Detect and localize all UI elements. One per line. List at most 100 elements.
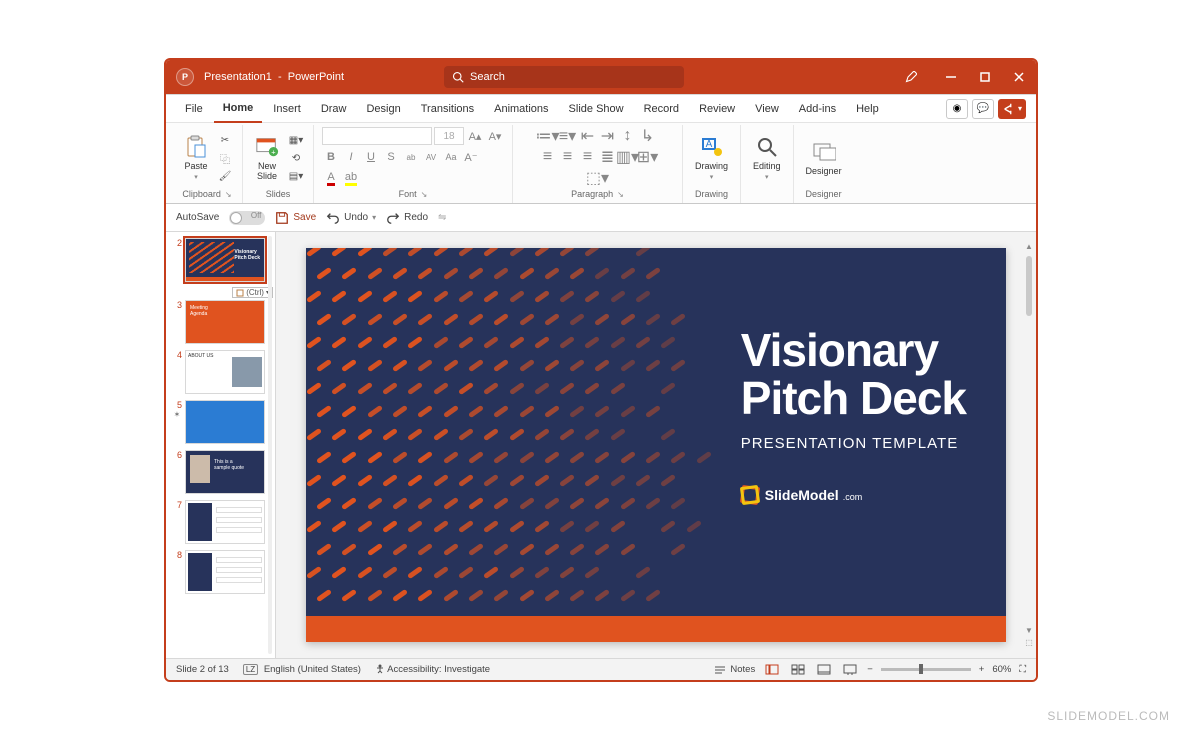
align-right-button[interactable]: ≡ — [579, 148, 597, 166]
tab-view[interactable]: View — [746, 95, 788, 123]
simplify-ribbon-button[interactable] — [894, 60, 928, 94]
tab-help[interactable]: Help — [847, 95, 888, 123]
save-button[interactable]: Save — [275, 211, 316, 225]
zoom-level[interactable]: 60% — [992, 664, 1011, 675]
share-button[interactable]: ▾ — [998, 99, 1026, 119]
line-spacing-button[interactable]: ↕ — [619, 127, 637, 145]
drawing-button[interactable]: A Drawing ▾ — [691, 133, 732, 183]
reading-view-button[interactable] — [815, 663, 833, 677]
canvas-scrollbar[interactable]: ▲ ▼ ⬚ — [1024, 242, 1034, 648]
maximize-button[interactable] — [968, 60, 1002, 94]
bold-button[interactable]: B — [322, 148, 340, 166]
notes-button[interactable]: Notes — [714, 664, 755, 675]
tab-design[interactable]: Design — [357, 95, 409, 123]
autosave-toggle[interactable]: Off — [229, 211, 265, 225]
slide-thumbnail-panel[interactable]: 2VisionaryPitch Deck(Ctrl)▾ 3MeetingAgend… — [166, 232, 276, 658]
fit-window-button[interactable]: ⛶ — [1019, 664, 1026, 675]
thumbnail-preview[interactable] — [185, 500, 265, 544]
document-title[interactable]: Presentation1 - PowerPoint — [204, 71, 364, 83]
zoom-in-button[interactable]: + — [979, 664, 985, 675]
tab-record[interactable]: Record — [635, 95, 688, 123]
tab-file[interactable]: File — [176, 95, 212, 123]
thumbnail-slide[interactable]: 4ABOUT US — [168, 348, 275, 396]
increase-font-button[interactable]: A▴ — [466, 127, 484, 145]
sorter-view-button[interactable] — [789, 663, 807, 677]
language-status[interactable]: LZ English (United States) — [243, 664, 361, 675]
thumbnail-preview[interactable]: VisionaryPitch Deck — [185, 238, 265, 282]
thumbnail-slide[interactable]: 2VisionaryPitch Deck(Ctrl)▾ — [168, 236, 275, 284]
thumbnail-preview[interactable]: ABOUT US — [185, 350, 265, 394]
paste-button[interactable]: Paste ▾ — [180, 133, 212, 183]
thumbnail-preview[interactable]: MeetingAgenda — [185, 300, 265, 344]
text-direction-button[interactable]: ↳ — [639, 127, 657, 145]
clear-format-button[interactable]: A⁻ — [462, 148, 480, 166]
zoom-out-button[interactable]: − — [867, 664, 873, 675]
thumbnail-slide[interactable]: 3MeetingAgenda — [168, 298, 275, 346]
font-family-combo[interactable] — [322, 127, 432, 145]
columns-button[interactable]: ▥▾ — [619, 148, 637, 166]
zoom-slider[interactable] — [881, 668, 971, 671]
thumbnail-scrollbar[interactable] — [267, 236, 273, 654]
justify-button[interactable]: ≣ — [599, 148, 617, 166]
align-left-button[interactable]: ≡ — [539, 148, 557, 166]
thumbnail-slide[interactable]: 7 — [168, 498, 275, 546]
clipboard-launcher[interactable]: ↘ — [225, 190, 232, 199]
highlight-button[interactable]: ab — [342, 169, 360, 187]
accessibility-status[interactable]: Accessibility: Investigate — [375, 664, 490, 675]
indent-dec-button[interactable]: ⇤ — [579, 127, 597, 145]
reset-button[interactable]: ⟲ — [287, 150, 305, 166]
layout-button[interactable]: ▦▾ — [287, 132, 305, 148]
comments-button[interactable]: 💬 — [972, 99, 994, 119]
spacing-button[interactable]: AV — [422, 148, 440, 166]
thumbnail-preview[interactable] — [185, 400, 265, 444]
decrease-font-button[interactable]: A▾ — [486, 127, 504, 145]
font-launcher[interactable]: ↘ — [421, 190, 428, 199]
current-slide[interactable]: Visionary Pitch Deck PRESENTATION TEMPLA… — [306, 248, 1006, 642]
indent-inc-button[interactable]: ⇥ — [599, 127, 617, 145]
camera-button[interactable]: ◉ — [946, 99, 968, 119]
slide-counter[interactable]: Slide 2 of 13 — [176, 664, 229, 675]
tab-slide-show[interactable]: Slide Show — [560, 95, 633, 123]
cut-button[interactable]: ✂ — [216, 132, 234, 148]
close-button[interactable] — [1002, 60, 1036, 94]
tab-transitions[interactable]: Transitions — [412, 95, 483, 123]
qat-overflow[interactable]: ⇋ — [438, 212, 446, 223]
tab-home[interactable]: Home — [214, 95, 263, 123]
format-painter-button[interactable]: 🖌 — [216, 168, 234, 184]
thumbnail-preview[interactable] — [185, 550, 265, 594]
tab-addins[interactable]: Add-ins — [790, 95, 845, 123]
numbering-button[interactable]: ≡▾ — [559, 127, 577, 145]
copy-button[interactable]: ⿻ — [216, 150, 234, 166]
thumbnail-slide[interactable]: 5✶ — [168, 398, 275, 446]
search-box[interactable]: Search — [444, 66, 684, 88]
thumbnail-preview[interactable]: This is asample quote — [185, 450, 265, 494]
redo-button[interactable]: Redo — [386, 211, 428, 225]
editing-button[interactable]: Editing ▾ — [749, 133, 785, 183]
italic-button[interactable]: I — [342, 148, 360, 166]
tab-insert[interactable]: Insert — [264, 95, 310, 123]
shadow-button[interactable]: ab — [402, 148, 420, 166]
save-icon — [275, 211, 289, 225]
bullets-button[interactable]: ≔▾ — [539, 127, 557, 145]
thumbnail-slide[interactable]: 8 — [168, 548, 275, 596]
change-case-button[interactable]: Aa — [442, 148, 460, 166]
font-size-combo[interactable]: 18 — [434, 127, 464, 145]
undo-button[interactable]: Undo ▾ — [326, 211, 376, 225]
normal-view-button[interactable] — [763, 663, 781, 677]
slideshow-view-button[interactable] — [841, 663, 859, 677]
tab-animations[interactable]: Animations — [485, 95, 557, 123]
new-slide-button[interactable]: + New Slide — [251, 133, 283, 183]
designer-button[interactable]: Designer — [802, 138, 846, 178]
paragraph-launcher[interactable]: ↘ — [617, 190, 624, 199]
thumbnail-slide[interactable]: 6This is asample quote — [168, 448, 275, 496]
section-button[interactable]: ▤▾ — [287, 168, 305, 184]
align-center-button[interactable]: ≡ — [559, 148, 577, 166]
tab-review[interactable]: Review — [690, 95, 744, 123]
font-color-button[interactable]: A — [322, 169, 340, 187]
underline-button[interactable]: U — [362, 148, 380, 166]
minimize-button[interactable] — [934, 60, 968, 94]
strike-button[interactable]: S — [382, 148, 400, 166]
tab-draw[interactable]: Draw — [312, 95, 356, 123]
convert-smartart-button[interactable]: ⬚▾ — [589, 169, 607, 187]
align-text-button[interactable]: ⊞▾ — [639, 148, 657, 166]
